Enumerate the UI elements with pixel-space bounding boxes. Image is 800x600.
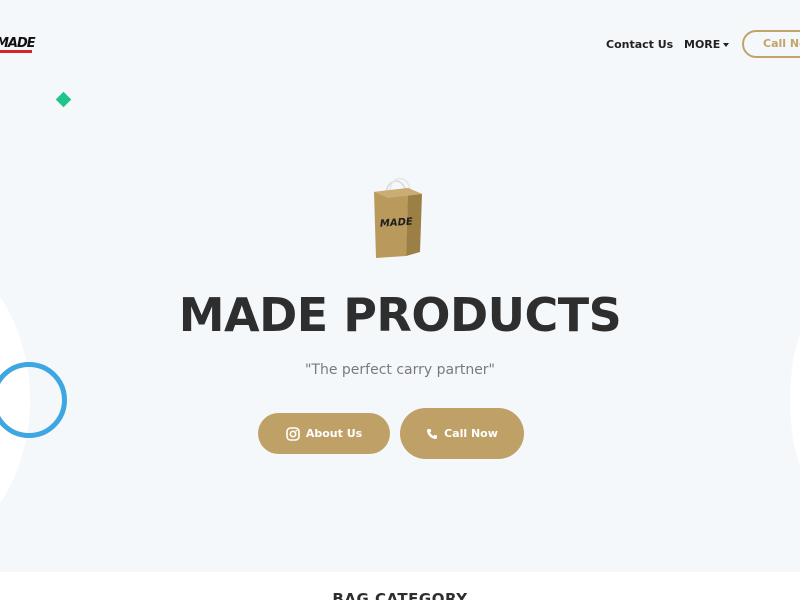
nav-more-label: MORE <box>684 38 721 51</box>
hero-section: MADE Contact Us MORE Call Now MADE MADE … <box>0 0 800 572</box>
bag-logo-text: MADE <box>380 216 414 229</box>
nav-more-dropdown[interactable]: MORE <box>684 38 730 51</box>
page-title: MADE PRODUCTS <box>178 288 622 342</box>
call-now-button[interactable]: Call Now <box>400 408 524 459</box>
caret-down-icon <box>723 43 730 47</box>
about-us-button[interactable]: About Us <box>258 413 390 454</box>
nav-contact-link[interactable]: Contact Us <box>606 38 673 51</box>
top-nav: Contact Us MORE Call Now <box>0 30 800 60</box>
shopping-bag-image: MADE <box>374 177 422 258</box>
decorative-diamond <box>55 91 72 108</box>
bag-category-heading: BAG CATEGORY <box>332 590 468 600</box>
about-us-label: About Us <box>305 427 363 440</box>
phone-icon <box>427 428 438 439</box>
hero-tagline: "The perfect carry partner" <box>304 362 496 378</box>
call-now-label: Call Now <box>444 427 498 440</box>
instagram-icon <box>286 426 300 441</box>
nav-call-button[interactable]: Call Now <box>742 30 800 58</box>
